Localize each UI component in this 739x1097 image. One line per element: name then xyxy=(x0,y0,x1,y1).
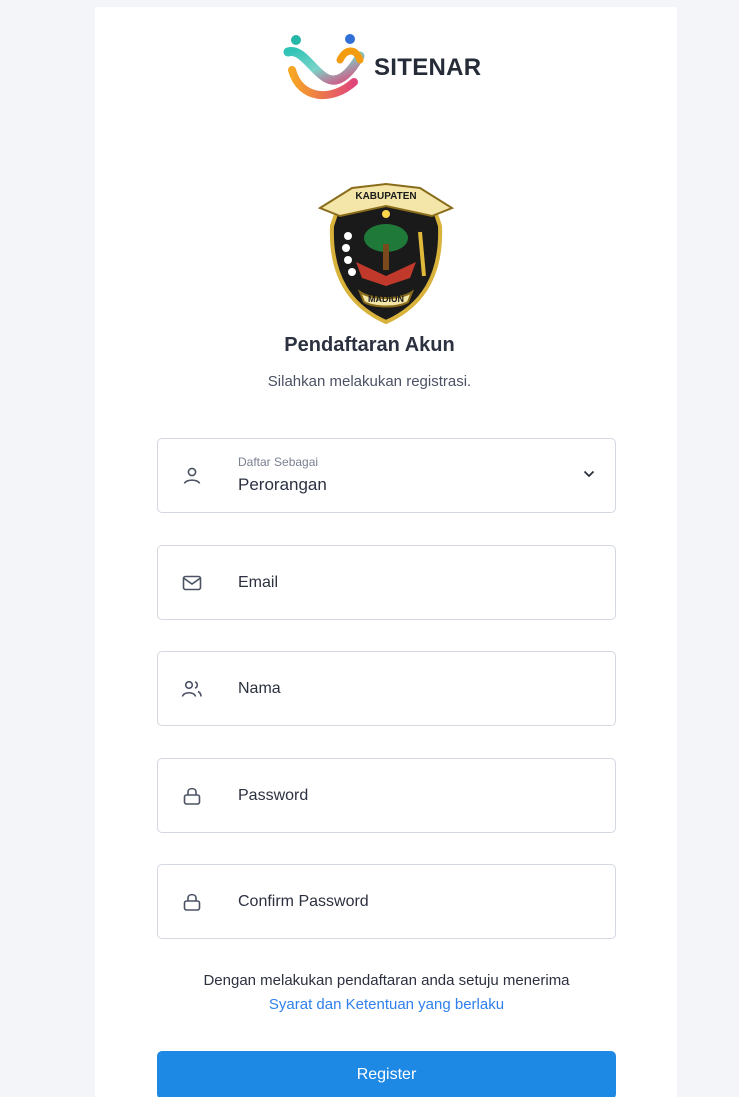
mail-icon xyxy=(180,571,204,595)
sitenar-logo-icon xyxy=(283,34,365,100)
name-field[interactable]: Nama xyxy=(157,651,616,726)
brand-logo: SITENAR xyxy=(282,30,481,106)
lock-icon xyxy=(180,784,204,808)
register-button[interactable]: Register xyxy=(157,1051,616,1097)
role-select[interactable]: Daftar Sebagai Perorangan xyxy=(157,438,616,513)
page-title: Pendaftaran Akun xyxy=(284,334,455,356)
terms-notice: Dengan melakukan pendaftaran anda setuju… xyxy=(0,969,739,1017)
terms-link[interactable]: Syarat dan Ketentuan yang berlaku xyxy=(0,993,739,1017)
page-background-right xyxy=(677,0,739,1097)
lock-icon xyxy=(180,890,204,914)
user-icon xyxy=(180,464,204,488)
password-field[interactable]: Password xyxy=(157,758,616,833)
confirm-password-placeholder: Confirm Password xyxy=(238,892,369,910)
kabupaten-madiun-emblem: KABUPATEN MADIUN xyxy=(317,182,455,324)
email-placeholder: Email xyxy=(238,573,279,591)
name-placeholder: Nama xyxy=(238,679,281,697)
emblem-top-text: KABUPATEN xyxy=(355,191,416,202)
terms-text: Dengan melakukan pendaftaran anda setuju… xyxy=(203,972,570,989)
brand-name: SITENAR xyxy=(374,54,482,81)
users-icon xyxy=(180,677,204,701)
confirm-password-field[interactable]: Confirm Password xyxy=(157,864,616,939)
email-field[interactable]: Email xyxy=(157,545,616,620)
page-subtitle: Silahkan melakukan registrasi. xyxy=(267,373,472,390)
password-placeholder: Password xyxy=(238,786,309,804)
emblem-bottom-text: MADIUN xyxy=(368,294,404,304)
role-select-value: Perorangan xyxy=(238,475,327,494)
chevron-down-icon[interactable] xyxy=(581,465,597,486)
role-select-label: Daftar Sebagai xyxy=(238,455,319,469)
page-background-left xyxy=(0,0,95,1097)
